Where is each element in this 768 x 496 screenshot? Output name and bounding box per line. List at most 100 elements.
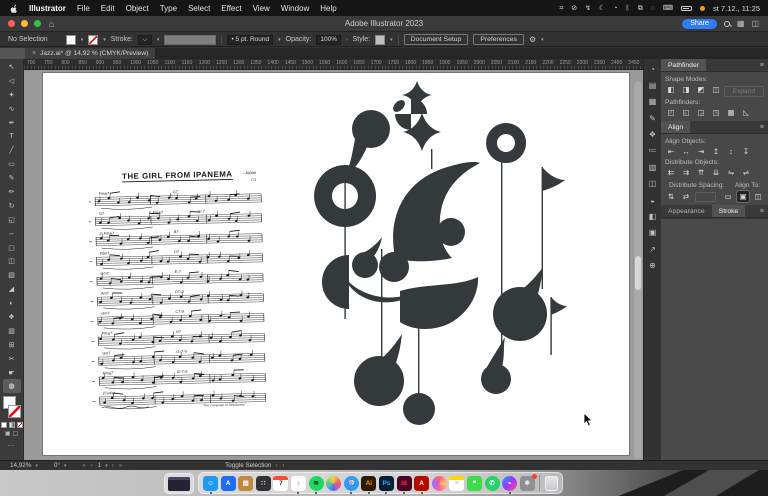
app-store[interactable]: A bbox=[221, 476, 236, 491]
zoom-chevron-icon[interactable]: ▾ bbox=[35, 463, 38, 469]
menu-file[interactable]: File bbox=[77, 4, 90, 13]
blend-tool[interactable]: ◐ bbox=[3, 296, 21, 310]
hint-next-icon[interactable]: › bbox=[282, 463, 285, 469]
eyedropper-tool[interactable]: ◢ bbox=[3, 282, 21, 296]
notes[interactable]: ≡ bbox=[449, 476, 464, 491]
edit-toolbar-ellipsis[interactable]: … bbox=[8, 441, 16, 448]
symbols-panel-icon[interactable]: ❖ bbox=[646, 129, 659, 141]
color-panel-icon[interactable]: ◔ bbox=[646, 63, 659, 75]
minimized-window-tile[interactable] bbox=[164, 473, 194, 494]
search-icon[interactable] bbox=[724, 21, 730, 27]
merge-icon[interactable]: ◲ bbox=[695, 107, 707, 118]
crop-icon[interactable]: ◳ bbox=[710, 107, 722, 118]
canvas-area[interactable]: 7007508008509009501000105011001150120012… bbox=[24, 59, 643, 460]
fill-chevron-icon[interactable]: ▾ bbox=[81, 37, 84, 43]
color-wheel-app[interactable] bbox=[432, 476, 447, 491]
draw-normal-icon[interactable]: ▣ bbox=[5, 430, 11, 437]
align-to-artboard-icon[interactable]: ▣ bbox=[737, 191, 749, 202]
menu-effect[interactable]: Effect bbox=[221, 4, 241, 13]
pathfinder-menu-icon[interactable]: ≡ bbox=[760, 59, 768, 71]
distribute-vcenter-icon[interactable]: ⇉ bbox=[680, 167, 692, 178]
photoshop[interactable]: Ps bbox=[379, 476, 394, 491]
shape-builder-tool[interactable]: ◫ bbox=[3, 254, 21, 268]
layers-panel-icon[interactable]: ◧ bbox=[646, 211, 659, 223]
free-transform-tool[interactable]: ▢ bbox=[3, 241, 21, 255]
distribute-top-icon[interactable]: ⇇ bbox=[665, 167, 677, 178]
menu-edit[interactable]: Edit bbox=[101, 4, 115, 13]
stroke-panel-icon[interactable]: ≔ bbox=[646, 145, 659, 157]
zoom-level-field[interactable]: 14,92% bbox=[10, 462, 31, 469]
fill-color-swatch[interactable] bbox=[66, 35, 76, 45]
align-vcenter-icon[interactable]: ↕ bbox=[725, 146, 737, 157]
screen-mirroring-icon[interactable]: ⧉ bbox=[638, 5, 643, 12]
column-graph-tool[interactable]: ▥ bbox=[3, 324, 21, 338]
libraries-panel-icon[interactable]: ⊕ bbox=[646, 260, 659, 272]
brush-chevron-icon[interactable]: ▾ bbox=[278, 37, 281, 43]
spotify[interactable]: ≋ bbox=[309, 476, 324, 491]
stroke-color-swatch[interactable] bbox=[88, 35, 98, 45]
align-to-selection-icon[interactable]: ▭ bbox=[722, 191, 734, 202]
spacing-value-field[interactable] bbox=[695, 192, 716, 202]
options-gear-icon[interactable]: ⚙ bbox=[529, 35, 536, 44]
system-settings[interactable]: ✱ bbox=[520, 476, 535, 491]
stroke-chevron-icon[interactable]: ▾ bbox=[103, 37, 106, 43]
width-tool[interactable]: ↔ bbox=[3, 227, 21, 241]
battery-icon[interactable] bbox=[681, 6, 692, 11]
stroke-menu-icon[interactable]: ≡ bbox=[760, 205, 768, 217]
gradient-button[interactable] bbox=[9, 422, 15, 428]
screen-mode-icon[interactable]: ▢ bbox=[13, 430, 19, 437]
trim-icon[interactable]: ◱ bbox=[680, 107, 692, 118]
artboards-panel-icon[interactable]: ▣ bbox=[646, 227, 659, 239]
align-menu-icon[interactable]: ≡ bbox=[760, 121, 768, 133]
trash-icon[interactable] bbox=[545, 476, 558, 491]
line-tool[interactable]: ╱ bbox=[3, 143, 21, 157]
next-artboard-icon[interactable]: › bbox=[112, 463, 115, 469]
preferences-button[interactable]: Preferences bbox=[473, 34, 524, 45]
menu-select[interactable]: Select bbox=[188, 4, 210, 13]
vertical-scrollbar[interactable] bbox=[634, 81, 642, 459]
options-gear-chevron-icon[interactable]: ▾ bbox=[541, 37, 544, 43]
rotation-chevron-icon[interactable]: ▾ bbox=[64, 463, 67, 469]
swatches-panel-icon[interactable]: ▦ bbox=[646, 96, 659, 108]
zoom-tool[interactable]: ◍ bbox=[3, 379, 21, 393]
vertical-scrollbar-thumb[interactable] bbox=[635, 256, 641, 290]
horizontal-ruler[interactable]: 7007508008509009501000105011001150120012… bbox=[24, 59, 643, 70]
menubar-clock[interactable]: st 7.12., 11:25 bbox=[713, 4, 760, 13]
divide-icon[interactable]: ◰ bbox=[665, 107, 677, 118]
selection-tool[interactable]: ↖ bbox=[3, 60, 21, 74]
messenger[interactable]: ⌁ bbox=[502, 476, 517, 491]
menu-view[interactable]: View bbox=[253, 4, 270, 13]
menu-object[interactable]: Object bbox=[126, 4, 149, 13]
opacity-value-field[interactable]: 100% bbox=[316, 35, 341, 45]
menu-help[interactable]: Help bbox=[320, 4, 336, 13]
do-not-disturb-icon[interactable]: ⊘ bbox=[571, 5, 577, 12]
books[interactable]: ▤ bbox=[238, 476, 253, 491]
rectangle-tool[interactable]: ▭ bbox=[3, 157, 21, 171]
artboard-tool[interactable]: ⊞ bbox=[3, 338, 21, 352]
first-artboard-icon[interactable]: « bbox=[82, 463, 86, 469]
music-notes-artwork[interactable] bbox=[299, 79, 571, 429]
document-setup-button[interactable]: Document Setup bbox=[404, 34, 469, 45]
color-guide-panel-icon[interactable]: ▤ bbox=[646, 79, 659, 91]
expand-button[interactable]: Expand bbox=[724, 86, 764, 97]
vertical-spacing-icon[interactable]: ⇅ bbox=[665, 191, 677, 202]
tab-stroke[interactable]: Stroke bbox=[712, 205, 746, 217]
apple-menu-icon[interactable] bbox=[10, 4, 18, 13]
close-document-icon[interactable]: × bbox=[32, 50, 36, 57]
style-swatch[interactable] bbox=[375, 35, 385, 45]
style-chevron-icon[interactable]: ▾ bbox=[390, 37, 393, 43]
artboard[interactable]: THE GIRL FROM IPANEMA-Jobim171Fmaj7G7G72… bbox=[42, 72, 630, 456]
pencil-tool[interactable]: ✏ bbox=[3, 185, 21, 199]
timer-icon[interactable]: ◔ bbox=[613, 5, 617, 12]
magic-wand-tool[interactable]: ✦ bbox=[3, 88, 21, 102]
minus-back-icon[interactable]: ◺ bbox=[740, 107, 752, 118]
align-hcenter-icon[interactable]: ↔ bbox=[680, 146, 692, 157]
opacity-chevron-icon[interactable]: › bbox=[346, 37, 348, 43]
arrange-documents-icon[interactable]: ▦ bbox=[737, 19, 745, 28]
fill-stroke-indicator[interactable] bbox=[2, 396, 22, 420]
horizontal-spacing-icon[interactable]: ⇄ bbox=[680, 191, 692, 202]
align-left-icon[interactable]: ⇤ bbox=[665, 146, 677, 157]
bolt-icon[interactable]: ↯ bbox=[585, 5, 591, 12]
sheet-music-scan[interactable]: THE GIRL FROM IPANEMA-Jobim171Fmaj7G7G72… bbox=[89, 163, 267, 410]
distribute-bottom-icon[interactable]: ⇈ bbox=[695, 167, 707, 178]
